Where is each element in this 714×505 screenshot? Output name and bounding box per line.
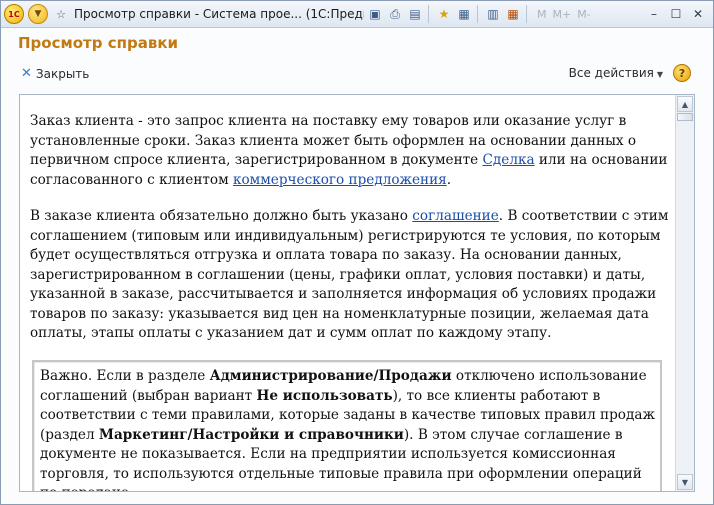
help-content: Заказ клиента - это запрос клиента на по…: [20, 95, 674, 491]
favorite-add-icon[interactable]: ★: [435, 5, 453, 23]
all-actions-button[interactable]: Все действия ▼: [569, 66, 663, 80]
vertical-scrollbar[interactable]: ▲ ▼: [675, 95, 694, 491]
down-arrow-icon[interactable]: ▼: [28, 4, 48, 24]
link-agreement[interactable]: соглашение: [412, 208, 499, 224]
minimize-icon[interactable]: –: [643, 5, 665, 23]
calendar-icon[interactable]: ▦: [504, 5, 522, 23]
note-bold-text: Маркетинг/Настройки и справочники: [98, 426, 404, 443]
help-window: 1С ▼ ☆ Просмотр справки - Система прое..…: [0, 0, 714, 505]
title-bar: 1С ▼ ☆ Просмотр справки - Система прое..…: [1, 1, 713, 28]
form-toolbar: ✕ Закрыть Все действия ▼ ?: [21, 64, 693, 84]
preview-icon[interactable]: ▤: [406, 5, 424, 23]
note-bold-text: Администрирование/Продажи: [209, 368, 452, 384]
paragraph-intro: Заказ клиента - это запрос клиента на по…: [30, 112, 670, 190]
toolbar-separator: [428, 5, 429, 23]
logo-icon[interactable]: 1С: [4, 4, 24, 24]
note-bold-text: Не использовать: [256, 387, 393, 404]
page-title: Просмотр справки: [18, 34, 179, 52]
close-button[interactable]: ✕ Закрыть: [21, 66, 89, 81]
link-commercial-offer[interactable]: коммерческого предложения: [233, 172, 447, 188]
star-icon[interactable]: ☆: [52, 5, 70, 23]
dropdown-arrow-icon: ▼: [656, 70, 663, 79]
paragraph-text: В заказе клиента обязательно должно быть…: [30, 208, 413, 224]
memory-button[interactable]: M: [537, 8, 547, 21]
window-title: Просмотр справки - Система прое... (1С:П…: [74, 7, 364, 21]
memory-plus-button[interactable]: M+: [553, 8, 572, 21]
history-icon[interactable]: ▦: [455, 5, 473, 23]
close-icon[interactable]: ✕: [687, 5, 709, 23]
close-button-label: Закрыть: [35, 66, 90, 81]
help-content-frame: Заказ клиента - это запрос клиента на по…: [19, 94, 695, 492]
calculator-icon[interactable]: ▥: [484, 5, 502, 23]
paragraph-agreement: В заказе клиента обязательно должно быть…: [30, 207, 670, 344]
paragraph-text: . В соответствии с этим соглашением (тип…: [30, 208, 669, 341]
save-icon[interactable]: ▣: [366, 5, 384, 23]
note-text: Важно. Если в разделе: [40, 368, 210, 384]
paragraph-text: .: [446, 171, 452, 188]
toolbar-separator: [477, 5, 478, 23]
toolbar-separator: [526, 5, 527, 23]
print-icon[interactable]: ⎙: [386, 5, 404, 23]
scroll-up-icon[interactable]: ▲: [677, 96, 693, 112]
maximize-icon[interactable]: ☐: [665, 5, 687, 23]
scroll-down-icon[interactable]: ▼: [677, 474, 693, 490]
memory-minus-button[interactable]: M-: [577, 8, 590, 21]
help-button[interactable]: ?: [673, 64, 691, 82]
all-actions-label: Все действия: [568, 66, 654, 80]
link-deal[interactable]: Сделка: [483, 152, 535, 168]
close-x-icon: ✕: [21, 66, 32, 81]
scroll-thumb[interactable]: [677, 113, 693, 121]
important-note-box: Важно. Если в разделе Администрирование/…: [32, 360, 662, 491]
important-note-text: Важно. Если в разделе Администрирование/…: [40, 367, 658, 491]
